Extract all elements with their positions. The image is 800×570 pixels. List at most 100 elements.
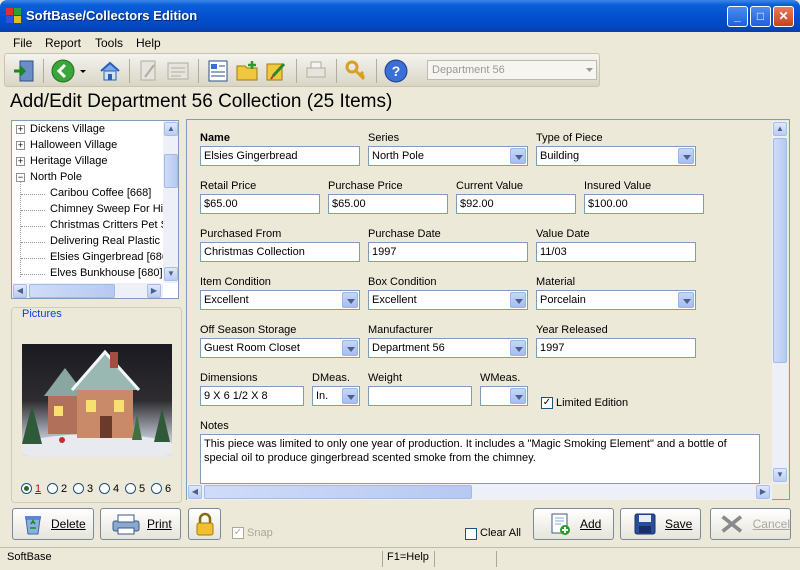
purchase-date-field[interactable]: 1997 <box>368 242 528 262</box>
list-view-icon[interactable] <box>205 58 231 84</box>
lock-button[interactable] <box>188 508 221 540</box>
menu-tools[interactable]: Tools <box>95 36 123 50</box>
maximize-button[interactable]: □ <box>750 6 771 27</box>
svg-text:?: ? <box>392 63 401 79</box>
scroll-right-icon[interactable]: ▶ <box>756 485 770 499</box>
minimize-button[interactable]: _ <box>727 6 748 27</box>
manufacturer-label: Manufacturer <box>368 324 433 336</box>
item-condition-label: Item Condition <box>200 276 271 288</box>
chevron-down-icon[interactable] <box>678 148 694 164</box>
manufacturer-value: Department 56 <box>372 342 445 354</box>
delete-button[interactable]: Delete <box>12 508 94 540</box>
new-folder-icon[interactable] <box>234 58 260 84</box>
scroll-down-icon[interactable]: ▼ <box>773 468 787 482</box>
type-of-piece-select[interactable]: Building <box>536 146 696 166</box>
chevron-down-icon[interactable] <box>342 388 358 404</box>
scroll-thumb[interactable] <box>29 284 115 298</box>
form-vertical-scrollbar[interactable]: ▲ ▼ <box>772 121 788 484</box>
material-select[interactable]: Porcelain <box>536 290 696 310</box>
clear-all-checkbox[interactable] <box>465 528 477 540</box>
status-help: F1=Help <box>382 551 432 567</box>
scroll-up-icon[interactable]: ▲ <box>773 122 787 136</box>
gingerbread-house-image <box>22 349 172 457</box>
exit-icon[interactable] <box>11 58 37 84</box>
chevron-down-icon[interactable] <box>342 292 358 308</box>
chevron-down-icon <box>586 68 593 72</box>
name-field[interactable]: Elsies Gingerbread <box>200 146 360 166</box>
chevron-down-icon[interactable] <box>510 148 526 164</box>
tree-horizontal-scrollbar[interactable]: ◀ ▶ <box>12 283 163 298</box>
back-icon[interactable] <box>50 58 76 84</box>
scroll-thumb[interactable] <box>164 154 178 188</box>
current-value-field[interactable]: $92.00 <box>456 194 576 214</box>
add-button[interactable]: Add <box>533 508 614 540</box>
item-photo[interactable] <box>22 344 172 457</box>
snap-checkbox[interactable]: ✓ <box>232 527 244 539</box>
picture-slot-label: 3 <box>87 483 94 495</box>
dimensions-field[interactable]: 9 X 6 1/2 X 8 <box>200 386 304 406</box>
home-icon[interactable] <box>97 58 123 84</box>
chevron-down-icon[interactable] <box>342 340 358 356</box>
notes-field[interactable]: This piece was limited to only one year … <box>200 434 760 484</box>
chevron-down-icon[interactable] <box>510 340 526 356</box>
dmeas-select[interactable]: In. <box>312 386 360 406</box>
insured-value-field[interactable]: $100.00 <box>584 194 704 214</box>
menu-file[interactable]: File <box>13 36 32 50</box>
picture-slot-2-radio[interactable] <box>47 483 58 494</box>
cancel-button[interactable]: Cancel <box>710 508 791 540</box>
box-condition-select[interactable]: Excellent <box>368 290 528 310</box>
edit-item-icon[interactable] <box>263 58 289 84</box>
type-of-piece-label: Type of Piece <box>536 132 603 144</box>
help-icon[interactable]: ? <box>383 58 409 84</box>
expand-icon[interactable]: + <box>16 125 25 134</box>
scroll-left-icon[interactable]: ◀ <box>188 485 202 499</box>
scroll-left-icon[interactable]: ◀ <box>13 284 27 298</box>
off-season-storage-select[interactable]: Guest Room Closet <box>200 338 360 358</box>
scroll-right-icon[interactable]: ▶ <box>147 284 161 298</box>
tree-item-label: Dickens Village <box>30 123 106 135</box>
department-select[interactable]: Department 56 <box>427 60 597 80</box>
chevron-down-icon[interactable] <box>510 388 526 404</box>
limited-edition-checkbox[interactable]: ✓ <box>541 397 553 409</box>
close-button[interactable]: ✕ <box>773 6 794 27</box>
picture-slot-4-radio[interactable] <box>99 483 110 494</box>
chevron-down-icon[interactable] <box>678 292 694 308</box>
picture-slot-3-radio[interactable] <box>73 483 84 494</box>
notes-label: Notes <box>200 420 229 432</box>
value-date-label: Value Date <box>536 228 590 240</box>
menu-report[interactable]: Report <box>45 36 81 50</box>
tree-vertical-scrollbar[interactable]: ▲ ▼ <box>163 121 178 283</box>
expand-icon[interactable]: + <box>16 157 25 166</box>
series-select[interactable]: North Pole <box>368 146 528 166</box>
picture-slot-1-radio[interactable] <box>21 483 32 494</box>
weight-field[interactable] <box>368 386 472 406</box>
limited-edition-label: Limited Edition <box>556 397 629 409</box>
expand-icon[interactable]: + <box>16 141 25 150</box>
scroll-thumb[interactable] <box>773 138 787 363</box>
form-horizontal-scrollbar[interactable]: ◀ ▶ <box>187 484 772 500</box>
collection-tree[interactable]: + Dickens Village + Halloween Village + Her… <box>11 120 179 299</box>
scroll-thumb[interactable] <box>204 485 472 499</box>
manufacturer-select[interactable]: Department 56 <box>368 338 528 358</box>
save-button[interactable]: Save <box>620 508 701 540</box>
item-condition-select[interactable]: Excellent <box>200 290 360 310</box>
dimensions-label: Dimensions <box>200 372 258 384</box>
insured-value-label: Insured Value <box>584 180 652 192</box>
wmeas-select[interactable] <box>480 386 528 406</box>
retail-price-field[interactable]: $65.00 <box>200 194 320 214</box>
year-released-field[interactable]: 1997 <box>536 338 696 358</box>
key-icon[interactable] <box>343 58 369 84</box>
purchased-from-field[interactable]: Christmas Collection <box>200 242 360 262</box>
scroll-up-icon[interactable]: ▲ <box>164 122 178 136</box>
value-date-field[interactable]: 11/03 <box>536 242 696 262</box>
purchase-price-field[interactable]: $65.00 <box>328 194 448 214</box>
cancel-x-icon <box>721 515 743 533</box>
chevron-down-icon[interactable] <box>510 292 526 308</box>
picture-slot-5-radio[interactable] <box>125 483 136 494</box>
menu-help[interactable]: Help <box>136 36 161 50</box>
scroll-down-icon[interactable]: ▼ <box>164 267 178 281</box>
print-button[interactable]: Print <box>100 508 181 540</box>
chevron-down-icon[interactable] <box>77 58 89 84</box>
lock-icon <box>196 512 213 536</box>
picture-slot-6-radio[interactable] <box>151 483 162 494</box>
